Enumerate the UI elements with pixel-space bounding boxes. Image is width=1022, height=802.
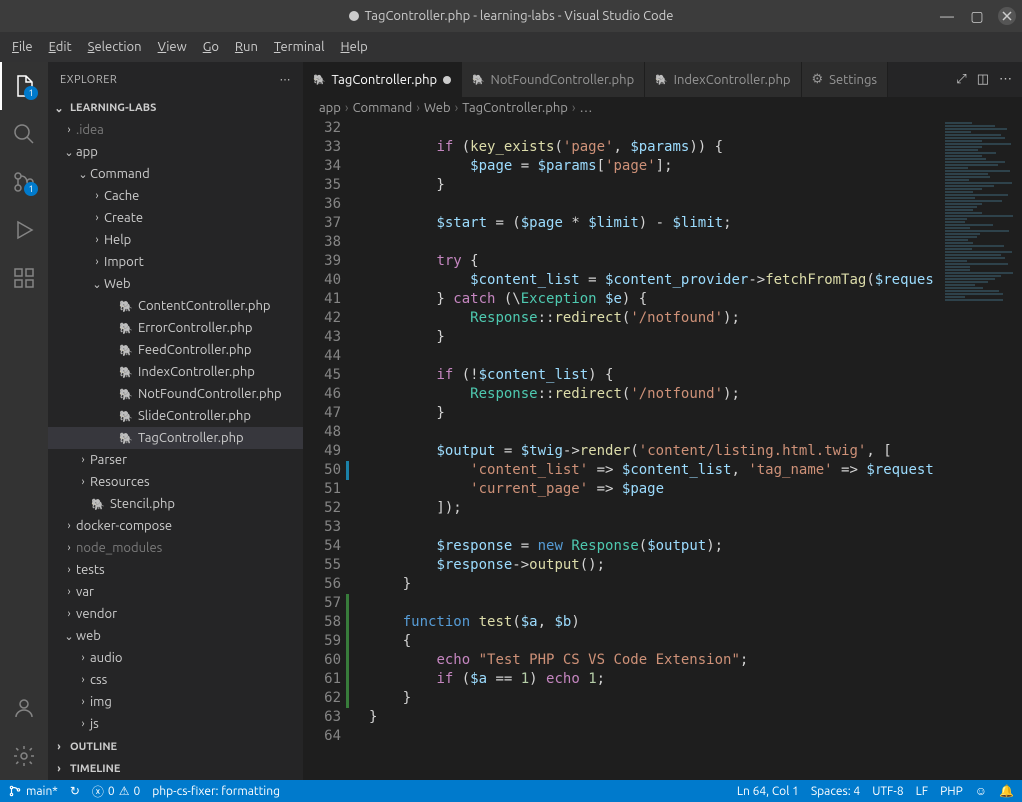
tree-item[interactable]: ›Create	[48, 207, 303, 229]
tree-item[interactable]: ›Import	[48, 251, 303, 273]
tree-item[interactable]: ›audio	[48, 647, 303, 669]
tree-item[interactable]: ⌄Command	[48, 163, 303, 185]
run-debug-icon[interactable]	[0, 206, 48, 254]
file-tree: ›.idea⌄app⌄Command›Cache›Create›Help›Imp…	[48, 119, 303, 736]
close-button[interactable]	[998, 7, 1016, 25]
status-feedback[interactable]: ☺	[975, 784, 987, 798]
sidebar-title: EXPLORER	[60, 74, 117, 86]
menu-go[interactable]: Go	[195, 36, 227, 58]
breadcrumb[interactable]: app›Command›Web›TagController.php›…	[303, 97, 1022, 119]
tree-item[interactable]: 🐘TagController.php	[48, 427, 303, 449]
tree-item[interactable]: ›Help	[48, 229, 303, 251]
outline-header[interactable]: ›OUTLINE	[48, 736, 303, 758]
search-icon[interactable]	[0, 110, 48, 158]
menubar: FileEditSelectionViewGoRunTerminalHelp	[0, 32, 1022, 62]
tree-item[interactable]: ›docker-compose	[48, 515, 303, 537]
tree-item[interactable]: ›var	[48, 581, 303, 603]
sidebar: EXPLORER ⋯ ⌄LEARNING-LABS ›.idea⌄app⌄Com…	[48, 62, 303, 780]
explorer-badge: 1	[24, 86, 38, 100]
tree-item[interactable]: 🐘NotFoundController.php	[48, 383, 303, 405]
tree-item[interactable]: 🐘ErrorController.php	[48, 317, 303, 339]
editor-tabs: 🐘TagController.php🐘NotFoundController.ph…	[303, 62, 1022, 97]
tree-item[interactable]: ›css	[48, 669, 303, 691]
tree-item[interactable]: 🐘SlideController.php	[48, 405, 303, 427]
project-header[interactable]: ⌄LEARNING-LABS	[48, 97, 303, 119]
menu-help[interactable]: Help	[333, 36, 376, 58]
tree-item[interactable]: ⌄web	[48, 625, 303, 647]
dirty-dot-icon	[443, 76, 451, 84]
split-icon[interactable]: ◫	[977, 72, 989, 87]
window-title: TagController.php - learning-labs - Visu…	[365, 9, 674, 23]
status-eol[interactable]: LF	[916, 785, 928, 798]
activity-bar: 1 1	[0, 62, 48, 780]
tree-item[interactable]: ›js	[48, 713, 303, 735]
tree-item[interactable]: ›node_modules	[48, 537, 303, 559]
tree-item[interactable]: 🐘ContentController.php	[48, 295, 303, 317]
tree-item[interactable]: ›tests	[48, 559, 303, 581]
status-bell[interactable]: 🔔	[999, 784, 1014, 798]
maximize-button[interactable]: ▢	[962, 1, 992, 31]
tree-item[interactable]: ⌄app	[48, 141, 303, 163]
source-control-icon[interactable]: 1	[0, 158, 48, 206]
tree-item[interactable]: ›Parser	[48, 449, 303, 471]
tab[interactable]: 🐘IndexController.php	[645, 62, 801, 97]
tab[interactable]: ⚙Settings	[802, 62, 889, 97]
tree-item[interactable]: ›img	[48, 691, 303, 713]
accounts-icon[interactable]	[0, 684, 48, 732]
menu-run[interactable]: Run	[227, 36, 266, 58]
status-branch[interactable]: main*	[8, 784, 58, 798]
line-gutter: 3233343536373839404142434445464748495051…	[303, 119, 353, 780]
tree-item[interactable]: ›Resources	[48, 471, 303, 493]
tree-item[interactable]: ⌄Web	[48, 273, 303, 295]
settings-gear-icon[interactable]	[0, 732, 48, 780]
status-lang[interactable]: PHP	[940, 785, 963, 798]
menu-file[interactable]: File	[4, 36, 41, 58]
minimize-button[interactable]: —	[932, 1, 962, 31]
tree-item[interactable]: 🐘IndexController.php	[48, 361, 303, 383]
sidebar-more-icon[interactable]: ⋯	[280, 73, 292, 86]
tree-item[interactable]: 🐘FeedController.php	[48, 339, 303, 361]
menu-selection[interactable]: Selection	[80, 36, 150, 58]
status-encoding[interactable]: UTF-8	[872, 785, 903, 798]
status-spaces[interactable]: Spaces: 4	[811, 785, 860, 798]
status-errors[interactable]: ⓧ 0 ⚠ 0	[92, 783, 140, 800]
tree-item[interactable]: ›Cache	[48, 185, 303, 207]
tab[interactable]: 🐘TagController.php	[303, 62, 462, 97]
menu-view[interactable]: View	[150, 36, 195, 58]
minimap[interactable]	[942, 119, 1022, 780]
titlebar: TagController.php - learning-labs - Visu…	[0, 0, 1022, 32]
tree-item[interactable]: ›vendor	[48, 603, 303, 625]
explorer-icon[interactable]: 1	[0, 62, 48, 110]
extensions-icon[interactable]	[0, 254, 48, 302]
timeline-header[interactable]: ›TIMELINE	[48, 758, 303, 780]
dirty-dot-icon	[349, 11, 359, 21]
compare-icon[interactable]: ⤢	[956, 72, 966, 87]
status-cursor[interactable]: Ln 64, Col 1	[737, 785, 799, 798]
more-icon[interactable]: ⋯	[999, 72, 1012, 87]
scm-badge: 1	[24, 182, 38, 196]
status-formatter[interactable]: php-cs-fixer: formatting	[152, 785, 280, 798]
tab[interactable]: 🐘NotFoundController.php	[462, 62, 645, 97]
code-content[interactable]: if (key_exists('page', $params)) { $page…	[353, 119, 942, 780]
menu-edit[interactable]: Edit	[41, 36, 80, 58]
menu-terminal[interactable]: Terminal	[266, 36, 333, 58]
tree-item[interactable]: ›.idea	[48, 119, 303, 141]
editor-body[interactable]: 3233343536373839404142434445464748495051…	[303, 119, 1022, 780]
status-sync[interactable]: ↻	[70, 784, 80, 798]
statusbar: main* ↻ ⓧ 0 ⚠ 0 php-cs-fixer: formatting…	[0, 780, 1022, 802]
tree-item[interactable]: 🐘Stencil.php	[48, 493, 303, 515]
